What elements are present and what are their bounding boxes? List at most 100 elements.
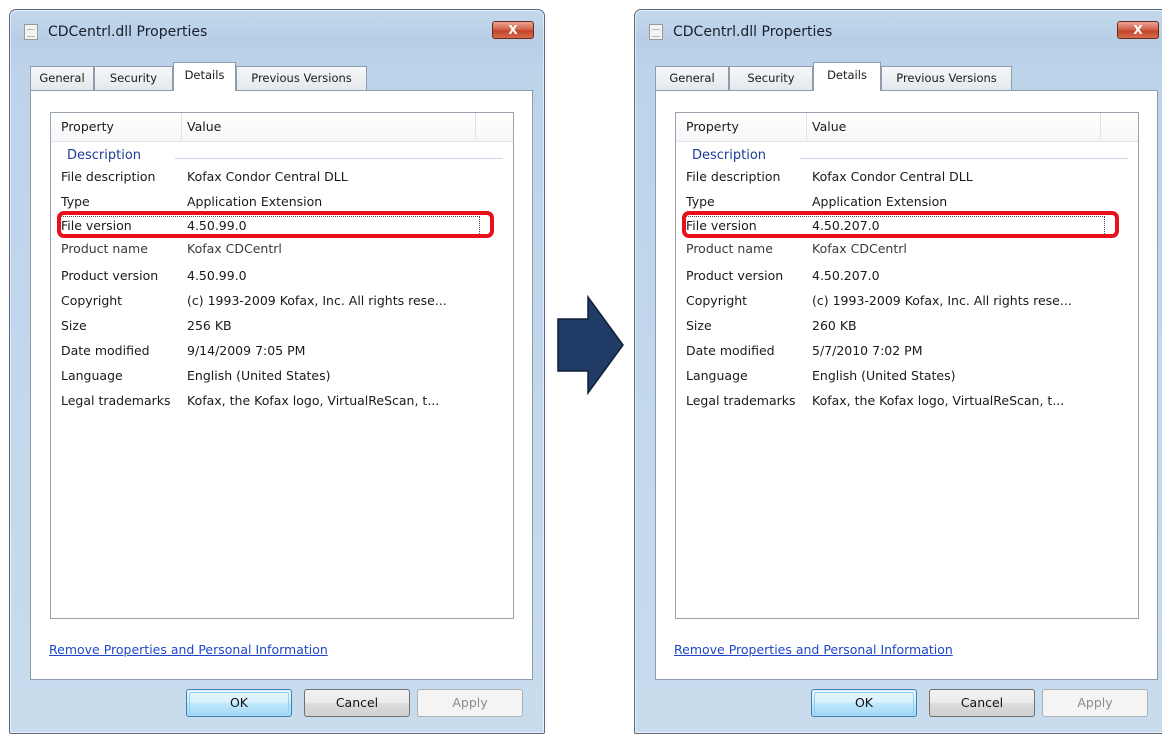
property-name: File description <box>61 169 156 184</box>
list-item[interactable]: Size 260 KB <box>676 315 1138 337</box>
close-icon: X <box>1133 23 1143 37</box>
property-value: Kofax Condor Central DLL <box>187 169 348 184</box>
details-panel: Property Value Description File descript… <box>30 90 533 680</box>
tab-general[interactable]: General <box>30 66 94 90</box>
close-button[interactable]: X <box>492 21 534 39</box>
property-name: Type <box>686 194 715 209</box>
close-button[interactable]: X <box>1117 21 1159 39</box>
list-item[interactable]: Type Application Extension <box>51 191 513 213</box>
property-value: (c) 1993-2009 Kofax, Inc. All rights res… <box>812 293 1072 308</box>
group-heading: Description <box>692 148 1128 168</box>
column-header-value[interactable]: Value <box>187 119 221 134</box>
column-header-property[interactable]: Property <box>61 119 114 134</box>
column-divider[interactable] <box>1100 113 1101 140</box>
list-item[interactable]: Language English (United States) <box>51 365 513 387</box>
property-list[interactable]: Property Value Description File descript… <box>50 112 514 619</box>
column-divider[interactable] <box>806 113 807 140</box>
title-bar[interactable]: CDCentrl.dll Properties X <box>635 10 1162 52</box>
property-value: English (United States) <box>812 368 956 383</box>
list-item[interactable]: Date modified 9/14/2009 7:05 PM <box>51 340 513 362</box>
property-value: 256 KB <box>187 318 232 333</box>
group-divider <box>800 158 1128 159</box>
close-icon: X <box>508 23 518 37</box>
property-value: 4.50.99.0 <box>187 268 247 283</box>
property-value: 260 KB <box>812 318 857 333</box>
list-item[interactable]: Legal trademarks Kofax, the Kofax logo, … <box>676 390 1138 412</box>
window-title: CDCentrl.dll Properties <box>673 24 833 40</box>
property-name: Copyright <box>61 293 123 308</box>
tab-strip: General Security Details Previous Versio… <box>655 62 1155 91</box>
list-item[interactable]: Product name Kofax CDCentrl <box>51 238 513 260</box>
tab-general[interactable]: General <box>655 66 729 90</box>
group-divider <box>175 158 503 159</box>
column-divider[interactable] <box>475 113 476 140</box>
property-name: Legal trademarks <box>61 393 171 408</box>
property-value: 4.50.207.0 <box>812 268 880 283</box>
property-name: Language <box>61 368 123 383</box>
title-bar[interactable]: CDCentrl.dll Properties X <box>10 10 544 52</box>
property-name: Type <box>61 194 90 209</box>
tab-previous-versions[interactable]: Previous Versions <box>881 66 1012 90</box>
remove-properties-link[interactable]: Remove Properties and Personal Informati… <box>49 642 328 657</box>
apply-button[interactable]: Apply <box>1042 689 1148 717</box>
column-divider[interactable] <box>181 113 182 140</box>
tab-details[interactable]: Details <box>813 62 881 91</box>
property-name: Product name <box>686 241 773 256</box>
list-item[interactable]: Size 256 KB <box>51 315 513 337</box>
list-header: Property Value <box>51 113 513 142</box>
tab-details[interactable]: Details <box>173 62 236 91</box>
ok-button-label: OK <box>854 695 874 710</box>
property-name: Copyright <box>686 293 748 308</box>
property-value: Kofax Condor Central DLL <box>812 169 973 184</box>
cancel-button[interactable]: Cancel <box>929 689 1035 717</box>
property-name: Product version <box>61 268 159 283</box>
property-value: Kofax, the Kofax logo, VirtualReScan, t.… <box>187 393 440 408</box>
list-item[interactable]: File description Kofax Condor Central DL… <box>51 166 513 188</box>
list-item[interactable]: Copyright (c) 1993-2009 Kofax, Inc. All … <box>51 290 513 312</box>
list-item[interactable]: Language English (United States) <box>676 365 1138 387</box>
list-header: Property Value <box>676 113 1138 142</box>
list-item[interactable]: Product version 4.50.99.0 <box>51 265 513 287</box>
column-header-property[interactable]: Property <box>686 119 739 134</box>
property-value: Kofax, the Kofax logo, VirtualReScan, t.… <box>812 393 1065 408</box>
property-name: Legal trademarks <box>686 393 796 408</box>
property-name: Size <box>686 318 712 333</box>
list-item[interactable]: Product name Kofax CDCentrl <box>676 238 1138 260</box>
property-name: Product name <box>61 241 148 256</box>
column-header-value[interactable]: Value <box>812 119 846 134</box>
apply-button[interactable]: Apply <box>417 689 523 717</box>
property-value: (c) 1993-2009 Kofax, Inc. All rights res… <box>187 293 447 308</box>
cancel-button[interactable]: Cancel <box>304 689 410 717</box>
list-item[interactable]: Type Application Extension <box>676 191 1138 213</box>
right-arrow-icon <box>557 295 624 395</box>
list-item[interactable]: File description Kofax Condor Central DL… <box>676 166 1138 188</box>
properties-dialog-before: CDCentrl.dll Properties X General Securi… <box>9 9 545 734</box>
file-version-highlight <box>57 211 494 238</box>
list-item[interactable]: Legal trademarks Kofax, the Kofax logo, … <box>51 390 513 412</box>
list-item[interactable]: Date modified 5/7/2010 7:02 PM <box>676 340 1138 362</box>
property-name: Date modified <box>686 343 775 358</box>
remove-properties-link[interactable]: Remove Properties and Personal Informati… <box>674 642 953 657</box>
property-value: 9/14/2009 7:05 PM <box>187 343 306 358</box>
document-icon <box>649 24 663 40</box>
ok-button[interactable]: OK <box>186 689 292 717</box>
group-heading-label: Description <box>692 148 767 163</box>
file-version-highlight <box>682 211 1119 238</box>
tab-strip: General Security Details Previous Versio… <box>30 62 530 91</box>
property-value: Application Extension <box>812 194 948 209</box>
property-list[interactable]: Property Value Description File descript… <box>675 112 1139 619</box>
ok-button[interactable]: OK <box>811 689 917 717</box>
property-name: Size <box>61 318 87 333</box>
ok-button-label: OK <box>229 695 249 710</box>
list-item[interactable]: Copyright (c) 1993-2009 Kofax, Inc. All … <box>676 290 1138 312</box>
list-item[interactable]: Product version 4.50.207.0 <box>676 265 1138 287</box>
tab-security[interactable]: Security <box>94 66 173 90</box>
document-icon <box>24 24 38 40</box>
property-name: File description <box>686 169 781 184</box>
property-name: Language <box>686 368 748 383</box>
property-value: Kofax CDCentrl <box>187 241 282 256</box>
property-value: 5/7/2010 7:02 PM <box>812 343 923 358</box>
tab-security[interactable]: Security <box>729 66 813 90</box>
property-name: Date modified <box>61 343 150 358</box>
tab-previous-versions[interactable]: Previous Versions <box>236 66 367 90</box>
